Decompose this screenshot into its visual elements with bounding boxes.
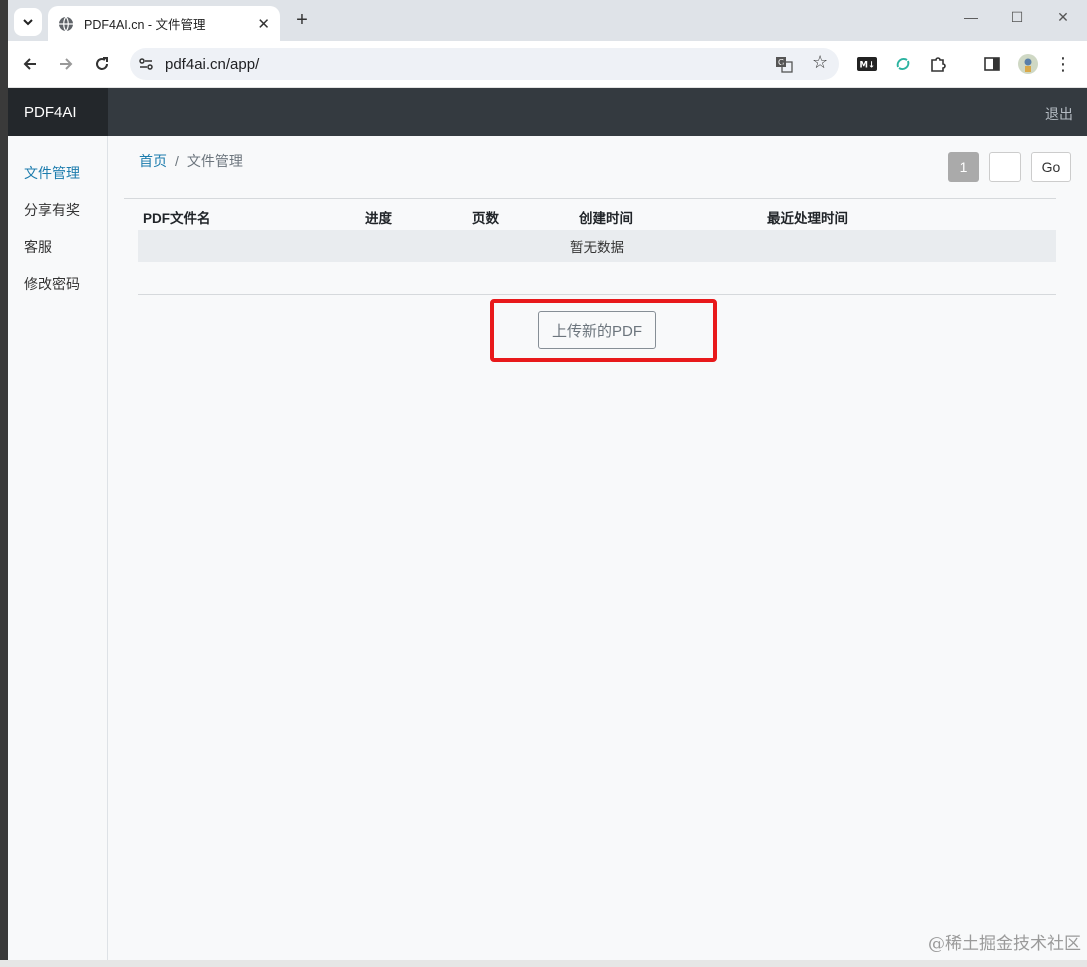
menu-kebab-icon[interactable]: ⋮ (1053, 54, 1073, 74)
browser-toolbar: pdf4ai.cn/app/ G ☆ M↓ ⋮ (8, 41, 1087, 88)
column-header-progress: 进度 (365, 211, 392, 226)
extensions-puzzle-icon[interactable] (927, 54, 949, 74)
side-panel-icon[interactable] (982, 54, 1002, 74)
arrow-right-icon (60, 58, 73, 70)
markdown-extension-icon[interactable]: M↓ (856, 54, 878, 74)
page-go-button[interactable]: Go (1031, 152, 1071, 182)
address-bar[interactable]: pdf4ai.cn/app/ G ☆ (130, 48, 839, 80)
sidebar-item-change-password[interactable]: 修改密码 (24, 274, 80, 294)
main-content: 首页 / 文件管理 1 Go PDF文件名 进度 页数 创建时间 最近处理时间 暂无… (108, 136, 1087, 960)
tab-search-button[interactable] (14, 8, 42, 36)
breadcrumb-separator: / (175, 153, 179, 169)
upload-pdf-button[interactable]: 上传新的PDF (538, 311, 656, 349)
column-header-pages: 页数 (472, 211, 499, 226)
minimize-button[interactable]: — (961, 9, 981, 25)
sidebar-item-support[interactable]: 客服 (24, 237, 52, 257)
forward-button[interactable] (55, 53, 77, 75)
column-header-last-processed: 最近处理时间 (767, 211, 848, 226)
tab-title: PDF4AI.cn - 文件管理 (84, 18, 206, 32)
bookmark-star-icon[interactable]: ☆ (812, 52, 828, 73)
browser-tab[interactable]: PDF4AI.cn - 文件管理 ✕ (48, 6, 280, 41)
reload-button[interactable] (91, 53, 113, 75)
new-tab-button[interactable]: + (290, 9, 314, 32)
watermark: @稀土掘金技术社区 (928, 934, 1081, 954)
breadcrumb-home[interactable]: 首页 (139, 153, 167, 169)
close-window-button[interactable]: ✕ (1053, 9, 1073, 26)
url-text[interactable]: pdf4ai.cn/app/ (165, 56, 259, 73)
back-button[interactable] (19, 53, 41, 75)
taskbar-edge (0, 960, 1087, 967)
maximize-button[interactable]: ☐ (1007, 9, 1027, 26)
svg-text:M↓: M↓ (860, 61, 876, 71)
reload-icon (96, 57, 108, 70)
tab-close-icon[interactable]: ✕ (257, 15, 270, 33)
page-current-button[interactable]: 1 (948, 152, 979, 182)
browser-window: PDF4AI.cn - 文件管理 ✕ + — ☐ ✕ pdf4ai.cn/app… (8, 0, 1087, 960)
logout-link[interactable]: 退出 (1045, 104, 1073, 124)
globe-icon (59, 16, 73, 31)
chevron-down-icon (23, 19, 33, 26)
translate-icon[interactable]: G (775, 55, 793, 73)
column-header-created: 创建时间 (579, 211, 633, 226)
breadcrumb-current: 文件管理 (186, 153, 243, 169)
brand-logo[interactable]: PDF4AI (8, 88, 108, 136)
table-top-border (124, 198, 1056, 199)
app-header: PDF4AI 退出 (8, 88, 1087, 136)
profile-avatar[interactable] (1017, 54, 1039, 74)
arrow-left-icon (23, 58, 36, 70)
column-header-filename: PDF文件名 (143, 211, 211, 226)
page-number-input[interactable] (989, 152, 1021, 182)
sidebar-item-files[interactable]: 文件管理 (24, 163, 80, 183)
site-settings-icon[interactable] (138, 56, 154, 72)
divider (138, 294, 1056, 295)
breadcrumb: 首页 / 文件管理 (139, 151, 243, 171)
sidebar-item-share-reward[interactable]: 分享有奖 (24, 200, 80, 220)
table-empty-row: 暂无数据 (138, 230, 1056, 262)
sync-extension-icon[interactable] (892, 54, 914, 74)
sidebar: 文件管理 分享有奖 客服 修改密码 (8, 136, 108, 960)
tab-strip: PDF4AI.cn - 文件管理 ✕ + — ☐ ✕ (8, 0, 1087, 41)
